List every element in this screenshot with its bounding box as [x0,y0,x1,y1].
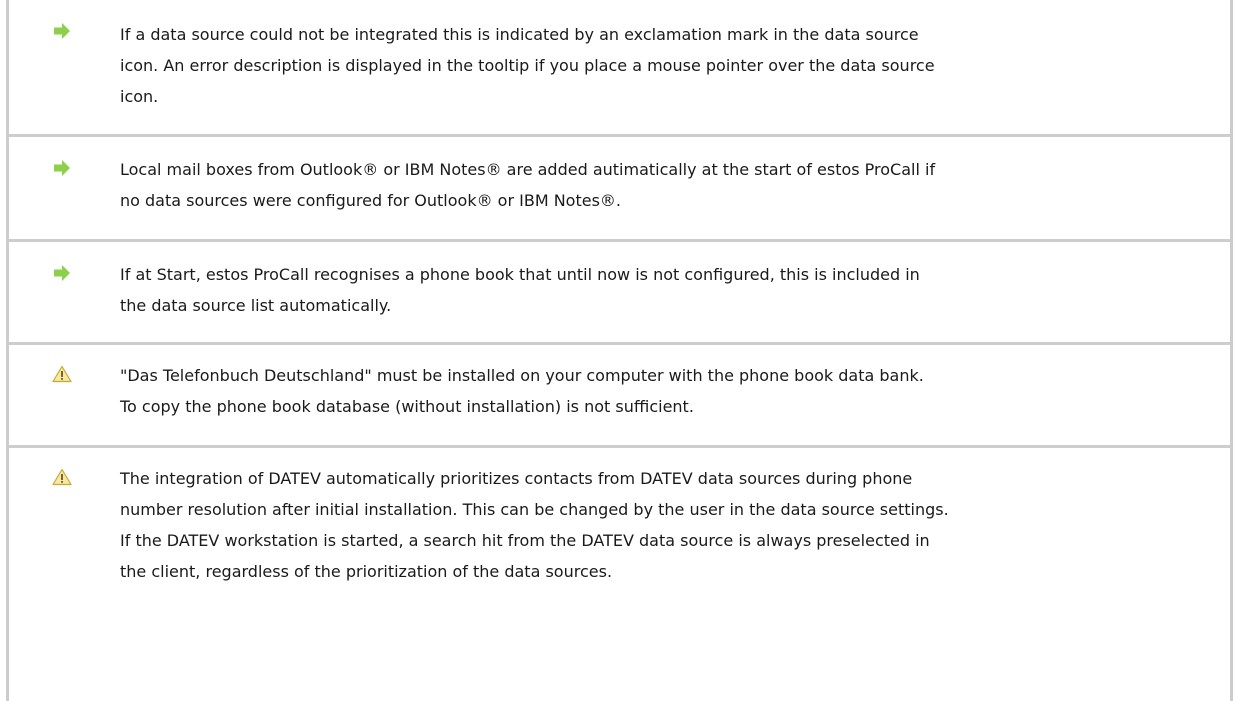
note-line: icon. [120,87,159,106]
note-line: If the DATEV workstation is started, a s… [120,531,930,550]
arrow-right-icon [52,264,72,282]
notes-table: If a data source could not be integrated… [6,0,1233,701]
note-line: icon. An error description is displayed … [120,56,935,75]
warning-icon [52,365,72,383]
note-text: "Das Telefonbuch Deutschland" must be in… [120,360,1204,422]
note-text: If a data source could not be integrated… [120,19,1204,112]
note-line: the client, regardless of the prioritiza… [120,562,613,581]
note-line: the data source list automatically. [120,296,392,315]
note-text: Local mail boxes from Outlook® or IBM No… [120,154,1204,216]
note-row: Local mail boxes from Outlook® or IBM No… [9,134,1230,239]
arrow-right-icon [52,159,72,177]
note-text: If at Start, estos ProCall recognises a … [120,259,1204,321]
note-row: If at Start, estos ProCall recognises a … [9,239,1230,342]
note-line: The integration of DATEV automatically p… [120,469,913,488]
note-row: The integration of DATEV automatically p… [9,445,1230,701]
note-line: Local mail boxes from Outlook® or IBM No… [120,160,936,179]
note-row: "Das Telefonbuch Deutschland" must be in… [9,342,1230,445]
note-text: The integration of DATEV automatically p… [120,463,1204,587]
note-line: number resolution after initial installa… [120,500,949,519]
note-row: If a data source could not be integrated… [9,0,1230,134]
warning-icon [52,468,72,486]
note-line: If at Start, estos ProCall recognises a … [120,265,920,284]
note-line: To copy the phone book database (without… [120,397,694,416]
note-line: "Das Telefonbuch Deutschland" must be in… [120,366,924,385]
note-line: no data sources were configured for Outl… [120,191,621,210]
note-line: If a data source could not be integrated… [120,25,919,44]
arrow-right-icon [52,22,72,40]
